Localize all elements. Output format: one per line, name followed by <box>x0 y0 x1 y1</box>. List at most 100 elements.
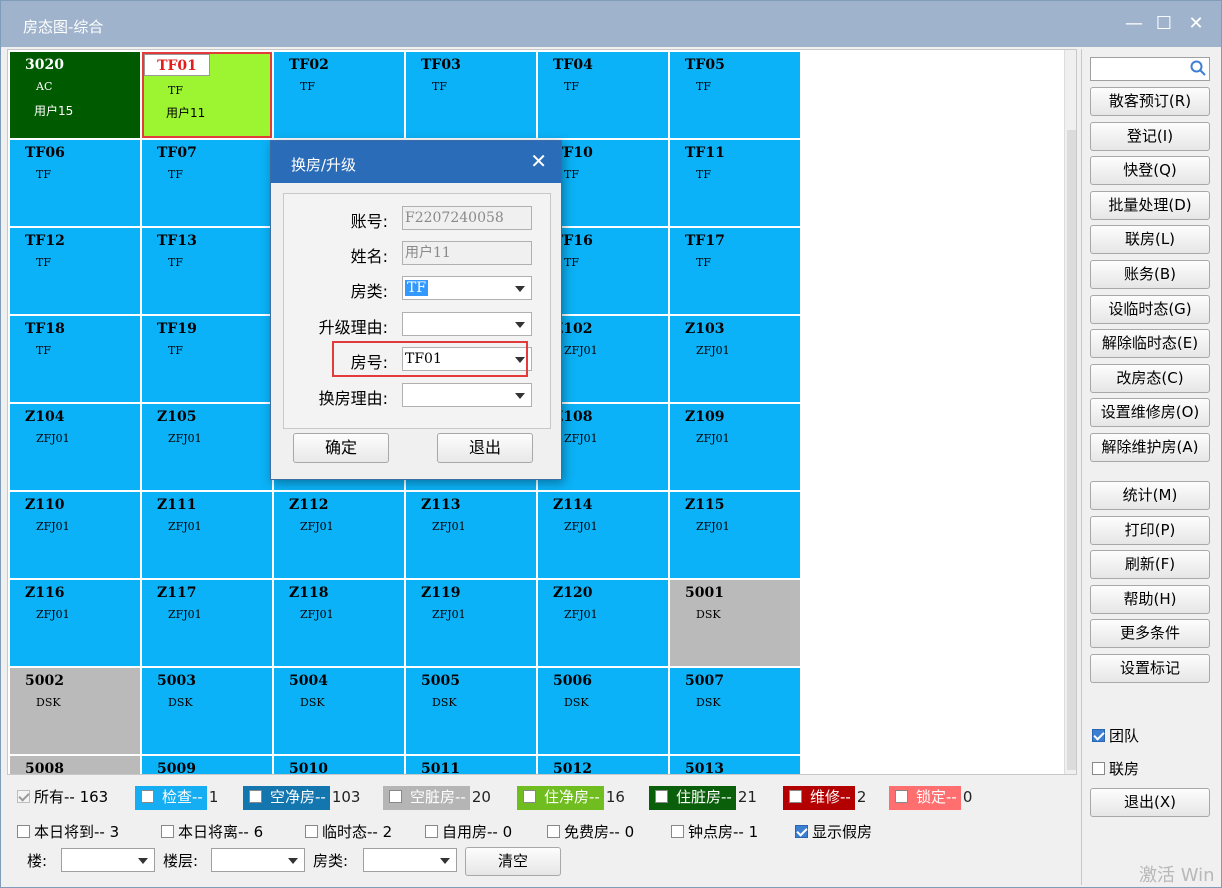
room-tile[interactable]: 5009 <box>142 756 272 774</box>
name-field[interactable]: 用户11 <box>402 241 532 265</box>
room-tile[interactable]: 5003 DSK <box>142 668 272 754</box>
room-tile[interactable]: TF02 TF <box>274 52 404 138</box>
legend-checkbox[interactable] <box>895 790 908 803</box>
room-tile[interactable]: Z103 ZFJ01 <box>670 316 800 402</box>
filter-checkbox-box[interactable] <box>17 825 30 838</box>
room-tile[interactable]: Z115 ZFJ01 <box>670 492 800 578</box>
room-tile[interactable]: 5004 DSK <box>274 668 404 754</box>
minimize-icon[interactable]: — <box>1119 11 1149 37</box>
room-tile[interactable]: Z119 ZFJ01 <box>406 580 536 666</box>
sidebar-button[interactable]: 设置标记 <box>1090 654 1210 683</box>
change-reason-select[interactable] <box>402 383 532 407</box>
legend-checkbox[interactable] <box>249 790 262 803</box>
room-tile[interactable]: Z104 ZFJ01 <box>10 404 140 490</box>
filter-checkbox[interactable]: 钟点房-- 1 <box>671 821 758 842</box>
legend-checkbox[interactable] <box>789 790 802 803</box>
legend-item[interactable]: 锁定-- 0 <box>889 786 972 810</box>
sidebar-button[interactable]: 登记(I) <box>1090 121 1210 151</box>
sidebar-button[interactable]: 改房态(C) <box>1090 363 1210 393</box>
legend-item[interactable]: 空净房-- 103 <box>243 786 360 810</box>
legend-item[interactable]: 维修-- 2 <box>783 786 866 810</box>
dialog-close-icon[interactable]: ✕ <box>530 149 547 173</box>
search-input[interactable] <box>1090 57 1210 81</box>
all-checkbox[interactable] <box>17 790 30 803</box>
legend-checkbox[interactable] <box>655 790 668 803</box>
sidebar-button[interactable]: 打印(P) <box>1090 515 1210 545</box>
room-tile[interactable]: 5001 DSK <box>670 580 800 666</box>
building-select[interactable] <box>61 848 155 872</box>
dialog-exit-button[interactable]: 退出 <box>437 433 533 463</box>
sidebar-button[interactable]: 刷新(F) <box>1090 550 1210 580</box>
filter-checkbox-box[interactable] <box>161 825 174 838</box>
sidebar-button[interactable]: 快登(Q) <box>1090 156 1210 186</box>
room-tile[interactable]: Z112 ZFJ01 <box>274 492 404 578</box>
room-tile[interactable]: 5007 DSK <box>670 668 800 754</box>
room-tile[interactable]: 5008 <box>10 756 140 774</box>
filter-checkbox-box[interactable] <box>547 825 560 838</box>
room-tile[interactable]: TF07 TF <box>142 140 272 226</box>
room-tile[interactable]: Z114 ZFJ01 <box>538 492 668 578</box>
room-tile[interactable]: TF05 TF <box>670 52 800 138</box>
team-checkbox-box[interactable] <box>1092 729 1105 742</box>
room-tile[interactable]: TF11 TF <box>670 140 800 226</box>
grid-scrollbar[interactable] <box>1064 50 1076 774</box>
search-icon[interactable] <box>1189 59 1207 77</box>
room-tile[interactable]: TF01 TF 用户11 <box>142 52 272 138</box>
room-tile[interactable]: 5006 DSK <box>538 668 668 754</box>
room-tile[interactable]: 5012 <box>538 756 668 774</box>
roomtype-filter-select[interactable] <box>363 848 457 872</box>
link-room-checkbox-box[interactable] <box>1092 762 1105 775</box>
room-tile[interactable]: TF13 TF <box>142 228 272 314</box>
filter-checkbox[interactable]: 自用房-- 0 <box>425 821 512 842</box>
upgrade-reason-select[interactable] <box>402 312 532 336</box>
close-icon[interactable]: ✕ <box>1181 11 1211 37</box>
room-tile[interactable]: Z105 ZFJ01 <box>142 404 272 490</box>
filter-checkbox-box[interactable] <box>425 825 438 838</box>
room-tile[interactable]: TF17 TF <box>670 228 800 314</box>
room-tile[interactable]: 3020 AC 用户15 <box>10 52 140 138</box>
room-tile[interactable]: TF06 TF <box>10 140 140 226</box>
link-room-checkbox[interactable]: 联房 <box>1092 758 1139 779</box>
room-tile[interactable]: TF12 TF <box>10 228 140 314</box>
room-tile[interactable]: Z117 ZFJ01 <box>142 580 272 666</box>
legend-all[interactable]: 所有-- 163 <box>17 786 108 810</box>
room-tile[interactable]: Z110 ZFJ01 <box>10 492 140 578</box>
legend-checkbox[interactable] <box>389 790 402 803</box>
sidebar-button[interactable]: 解除维护房(A) <box>1090 433 1210 462</box>
room-tile[interactable]: 5013 <box>670 756 800 774</box>
legend-item[interactable]: 检查-- 1 <box>135 786 218 810</box>
confirm-button[interactable]: 确定 <box>293 433 389 463</box>
room-tile[interactable]: Z116 ZFJ01 <box>10 580 140 666</box>
clear-button[interactable]: 清空 <box>465 847 561 876</box>
room-tile[interactable]: 5005 DSK <box>406 668 536 754</box>
sidebar-button[interactable]: 批量处理(D) <box>1090 190 1210 220</box>
sidebar-button[interactable]: 账务(B) <box>1090 260 1210 289</box>
room-tile[interactable]: 5011 <box>406 756 536 774</box>
room-tile[interactable]: TF18 TF <box>10 316 140 402</box>
room-tile[interactable]: TF19 TF <box>142 316 272 402</box>
room-tile[interactable]: Z120 ZFJ01 <box>538 580 668 666</box>
sidebar-button[interactable]: 统计(M) <box>1090 481 1210 510</box>
floor-select[interactable] <box>211 848 305 872</box>
legend-checkbox[interactable] <box>141 790 154 803</box>
room-tile[interactable]: Z111 ZFJ01 <box>142 492 272 578</box>
exit-button[interactable]: 退出(X) <box>1090 788 1210 817</box>
filter-checkbox-box[interactable] <box>305 825 318 838</box>
legend-item[interactable]: 空脏房-- 20 <box>383 786 491 810</box>
filter-checkbox[interactable]: 临时态-- 2 <box>305 821 392 842</box>
roomtype-select[interactable]: TF <box>402 276 532 300</box>
filter-checkbox-box[interactable] <box>671 825 684 838</box>
filter-checkbox[interactable]: 显示假房 <box>795 821 872 842</box>
maximize-icon[interactable]: ☐ <box>1149 11 1179 37</box>
room-tile[interactable]: Z113 ZFJ01 <box>406 492 536 578</box>
room-tile[interactable]: 5010 <box>274 756 404 774</box>
scrollbar-thumb[interactable] <box>1067 130 1076 770</box>
room-tile[interactable]: TF03 TF <box>406 52 536 138</box>
room-tile[interactable]: TF04 TF <box>538 52 668 138</box>
account-field[interactable]: F2207240058 <box>402 206 532 230</box>
room-tile[interactable]: 5002 DSK <box>10 668 140 754</box>
sidebar-button[interactable]: 帮助(H) <box>1090 584 1210 614</box>
filter-checkbox-box[interactable] <box>795 825 808 838</box>
sidebar-button[interactable]: 设临时态(G) <box>1090 294 1210 324</box>
legend-item[interactable]: 住净房-- 16 <box>517 786 625 810</box>
